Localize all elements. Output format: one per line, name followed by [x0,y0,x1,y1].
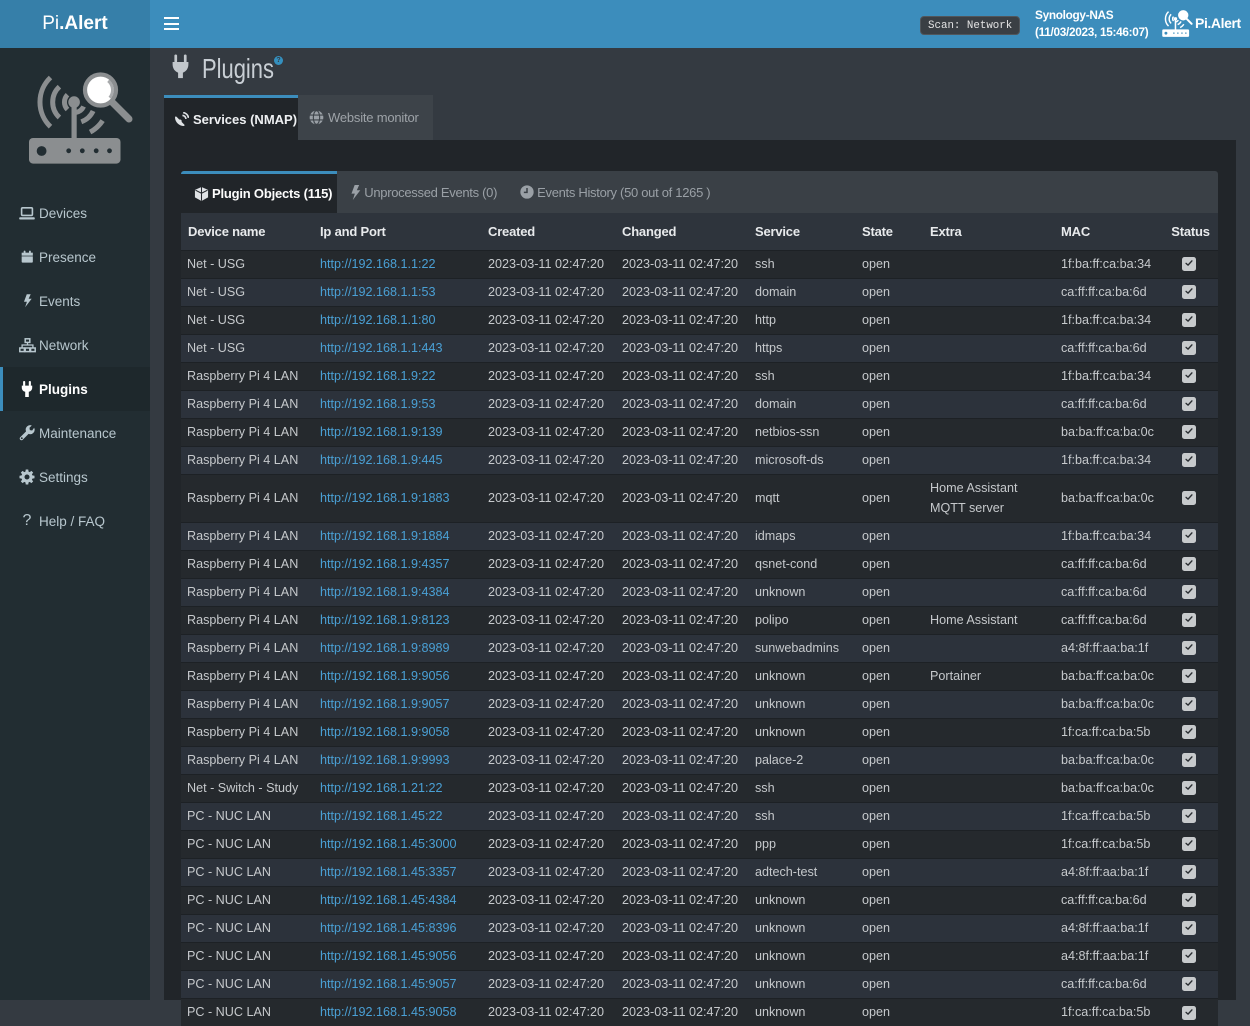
svg-text:Plugins: Plugins [202,53,274,84]
